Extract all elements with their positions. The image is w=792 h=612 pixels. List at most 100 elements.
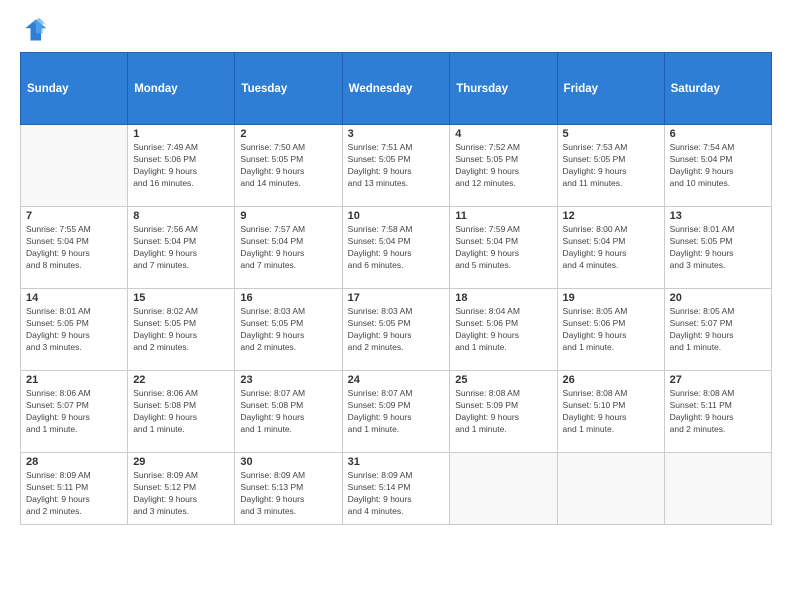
day-number: 8 xyxy=(133,210,229,222)
day-info: Sunrise: 8:08 AMSunset: 5:11 PMDaylight:… xyxy=(670,388,766,436)
calendar-cell: 29 Sunrise: 8:09 AMSunset: 5:12 PMDayligh… xyxy=(128,453,235,525)
calendar-cell: 23 Sunrise: 8:07 AMSunset: 5:08 PMDayligh… xyxy=(235,371,342,453)
calendar-cell: 22 Sunrise: 8:06 AMSunset: 5:08 PMDayligh… xyxy=(128,371,235,453)
week-row-1: 7 Sunrise: 7:55 AMSunset: 5:04 PMDaylight… xyxy=(21,207,772,289)
calendar-cell: 18 Sunrise: 8:04 AMSunset: 5:06 PMDayligh… xyxy=(450,289,557,371)
day-info: Sunrise: 8:06 AMSunset: 5:08 PMDaylight:… xyxy=(133,388,229,436)
calendar-cell: 26 Sunrise: 8:08 AMSunset: 5:10 PMDayligh… xyxy=(557,371,664,453)
calendar-cell: 4 Sunrise: 7:52 AMSunset: 5:05 PMDaylight… xyxy=(450,125,557,207)
day-info: Sunrise: 7:51 AMSunset: 5:05 PMDaylight:… xyxy=(348,142,445,190)
calendar-cell xyxy=(557,453,664,525)
day-info: Sunrise: 8:05 AMSunset: 5:07 PMDaylight:… xyxy=(670,306,766,354)
day-number: 29 xyxy=(133,456,229,468)
day-info: Sunrise: 8:03 AMSunset: 5:05 PMDaylight:… xyxy=(240,306,336,354)
day-info: Sunrise: 7:58 AMSunset: 5:04 PMDaylight:… xyxy=(348,224,445,272)
calendar-cell: 10Sunrise: 7:58 AMSunset: 5:04 PMDayligh… xyxy=(342,207,450,289)
calendar-cell: 3 Sunrise: 7:51 AMSunset: 5:05 PMDaylight… xyxy=(342,125,450,207)
day-number: 22 xyxy=(133,374,229,386)
day-header-friday: Friday xyxy=(557,53,664,125)
day-number: 27 xyxy=(670,374,766,386)
calendar-cell: 25Sunrise: 8:08 AMSunset: 5:09 PMDayligh… xyxy=(450,371,557,453)
day-number: 30 xyxy=(240,456,336,468)
week-row-3: 21 Sunrise: 8:06 AMSunset: 5:07 PMDayligh… xyxy=(21,371,772,453)
day-number: 23 xyxy=(240,374,336,386)
day-info: Sunrise: 8:03 AMSunset: 5:05 PMDaylight:… xyxy=(348,306,445,354)
day-number: 2 xyxy=(240,128,336,140)
day-info: Sunrise: 8:09 AMSunset: 5:13 PMDaylight:… xyxy=(240,470,336,518)
day-number: 11 xyxy=(455,210,551,222)
day-info: Sunrise: 8:07 AMSunset: 5:08 PMDaylight:… xyxy=(240,388,336,436)
day-info: Sunrise: 7:52 AMSunset: 5:05 PMDaylight:… xyxy=(455,142,551,190)
day-info: Sunrise: 7:57 AMSunset: 5:04 PMDaylight:… xyxy=(240,224,336,272)
day-number: 7 xyxy=(26,210,122,222)
page: SundayMondayTuesdayWednesdayThursdayFrid… xyxy=(0,0,792,612)
day-number: 6 xyxy=(670,128,766,140)
day-header-tuesday: Tuesday xyxy=(235,53,342,125)
calendar-cell: 16 Sunrise: 8:03 AMSunset: 5:05 PMDayligh… xyxy=(235,289,342,371)
day-number: 17 xyxy=(348,292,445,304)
day-number: 31 xyxy=(348,456,445,468)
day-number: 28 xyxy=(26,456,122,468)
calendar-cell: 20Sunrise: 8:05 AMSunset: 5:07 PMDayligh… xyxy=(664,289,771,371)
day-number: 26 xyxy=(563,374,659,386)
day-info: Sunrise: 8:01 AMSunset: 5:05 PMDaylight:… xyxy=(26,306,122,354)
day-number: 13 xyxy=(670,210,766,222)
day-info: Sunrise: 8:07 AMSunset: 5:09 PMDaylight:… xyxy=(348,388,445,436)
day-header-sunday: Sunday xyxy=(21,53,128,125)
day-number: 16 xyxy=(240,292,336,304)
day-info: Sunrise: 8:04 AMSunset: 5:06 PMDaylight:… xyxy=(455,306,551,354)
day-number: 4 xyxy=(455,128,551,140)
calendar-cell: 9Sunrise: 7:57 AMSunset: 5:04 PMDaylight… xyxy=(235,207,342,289)
day-info: Sunrise: 7:49 AMSunset: 5:06 PMDaylight:… xyxy=(133,142,229,190)
calendar-cell: 11Sunrise: 7:59 AMSunset: 5:04 PMDayligh… xyxy=(450,207,557,289)
calendar-cell: 24 Sunrise: 8:07 AMSunset: 5:09 PMDayligh… xyxy=(342,371,450,453)
day-number: 5 xyxy=(563,128,659,140)
day-number: 21 xyxy=(26,374,122,386)
day-info: Sunrise: 7:50 AMSunset: 5:05 PMDaylight:… xyxy=(240,142,336,190)
calendar-cell: 2 Sunrise: 7:50 AMSunset: 5:05 PMDaylight… xyxy=(235,125,342,207)
calendar-cell: 30 Sunrise: 8:09 AMSunset: 5:13 PMDayligh… xyxy=(235,453,342,525)
logo xyxy=(20,16,52,44)
day-info: Sunrise: 8:09 AMSunset: 5:14 PMDaylight:… xyxy=(348,470,445,518)
calendar-cell: 17 Sunrise: 8:03 AMSunset: 5:05 PMDayligh… xyxy=(342,289,450,371)
calendar-cell: 28 Sunrise: 8:09 AMSunset: 5:11 PMDayligh… xyxy=(21,453,128,525)
header xyxy=(20,16,772,44)
day-info: Sunrise: 7:55 AMSunset: 5:04 PMDaylight:… xyxy=(26,224,122,272)
calendar-cell: 31 Sunrise: 8:09 AMSunset: 5:14 PMDayligh… xyxy=(342,453,450,525)
calendar-cell: 12Sunrise: 8:00 AMSunset: 5:04 PMDayligh… xyxy=(557,207,664,289)
day-header-thursday: Thursday xyxy=(450,53,557,125)
calendar-cell: 15 Sunrise: 8:02 AMSunset: 5:05 PMDayligh… xyxy=(128,289,235,371)
day-info: Sunrise: 7:54 AMSunset: 5:04 PMDaylight:… xyxy=(670,142,766,190)
header-row: SundayMondayTuesdayWednesdayThursdayFrid… xyxy=(21,53,772,125)
day-number: 3 xyxy=(348,128,445,140)
day-number: 12 xyxy=(563,210,659,222)
week-row-4: 28 Sunrise: 8:09 AMSunset: 5:11 PMDayligh… xyxy=(21,453,772,525)
day-number: 18 xyxy=(455,292,551,304)
day-info: Sunrise: 8:08 AMSunset: 5:10 PMDaylight:… xyxy=(563,388,659,436)
day-info: Sunrise: 8:09 AMSunset: 5:11 PMDaylight:… xyxy=(26,470,122,518)
calendar-cell: 1 Sunrise: 7:49 AMSunset: 5:06 PMDaylight… xyxy=(128,125,235,207)
day-info: Sunrise: 8:05 AMSunset: 5:06 PMDaylight:… xyxy=(563,306,659,354)
calendar-cell: 5Sunrise: 7:53 AMSunset: 5:05 PMDaylight… xyxy=(557,125,664,207)
day-number: 15 xyxy=(133,292,229,304)
calendar-cell: 14Sunrise: 8:01 AMSunset: 5:05 PMDayligh… xyxy=(21,289,128,371)
week-row-2: 14Sunrise: 8:01 AMSunset: 5:05 PMDayligh… xyxy=(21,289,772,371)
calendar-cell xyxy=(21,125,128,207)
day-number: 1 xyxy=(133,128,229,140)
day-number: 24 xyxy=(348,374,445,386)
day-header-saturday: Saturday xyxy=(664,53,771,125)
day-info: Sunrise: 8:02 AMSunset: 5:05 PMDaylight:… xyxy=(133,306,229,354)
day-info: Sunrise: 8:06 AMSunset: 5:07 PMDaylight:… xyxy=(26,388,122,436)
calendar-cell: 19 Sunrise: 8:05 AMSunset: 5:06 PMDayligh… xyxy=(557,289,664,371)
calendar-cell: 21 Sunrise: 8:06 AMSunset: 5:07 PMDayligh… xyxy=(21,371,128,453)
calendar: SundayMondayTuesdayWednesdayThursdayFrid… xyxy=(20,52,772,525)
day-header-wednesday: Wednesday xyxy=(342,53,450,125)
day-number: 19 xyxy=(563,292,659,304)
calendar-cell: 6 Sunrise: 7:54 AMSunset: 5:04 PMDaylight… xyxy=(664,125,771,207)
day-info: Sunrise: 8:08 AMSunset: 5:09 PMDaylight:… xyxy=(455,388,551,436)
day-info: Sunrise: 8:01 AMSunset: 5:05 PMDaylight:… xyxy=(670,224,766,272)
day-info: Sunrise: 8:09 AMSunset: 5:12 PMDaylight:… xyxy=(133,470,229,518)
day-header-monday: Monday xyxy=(128,53,235,125)
calendar-cell: 13 Sunrise: 8:01 AMSunset: 5:05 PMDayligh… xyxy=(664,207,771,289)
week-row-0: 1 Sunrise: 7:49 AMSunset: 5:06 PMDaylight… xyxy=(21,125,772,207)
